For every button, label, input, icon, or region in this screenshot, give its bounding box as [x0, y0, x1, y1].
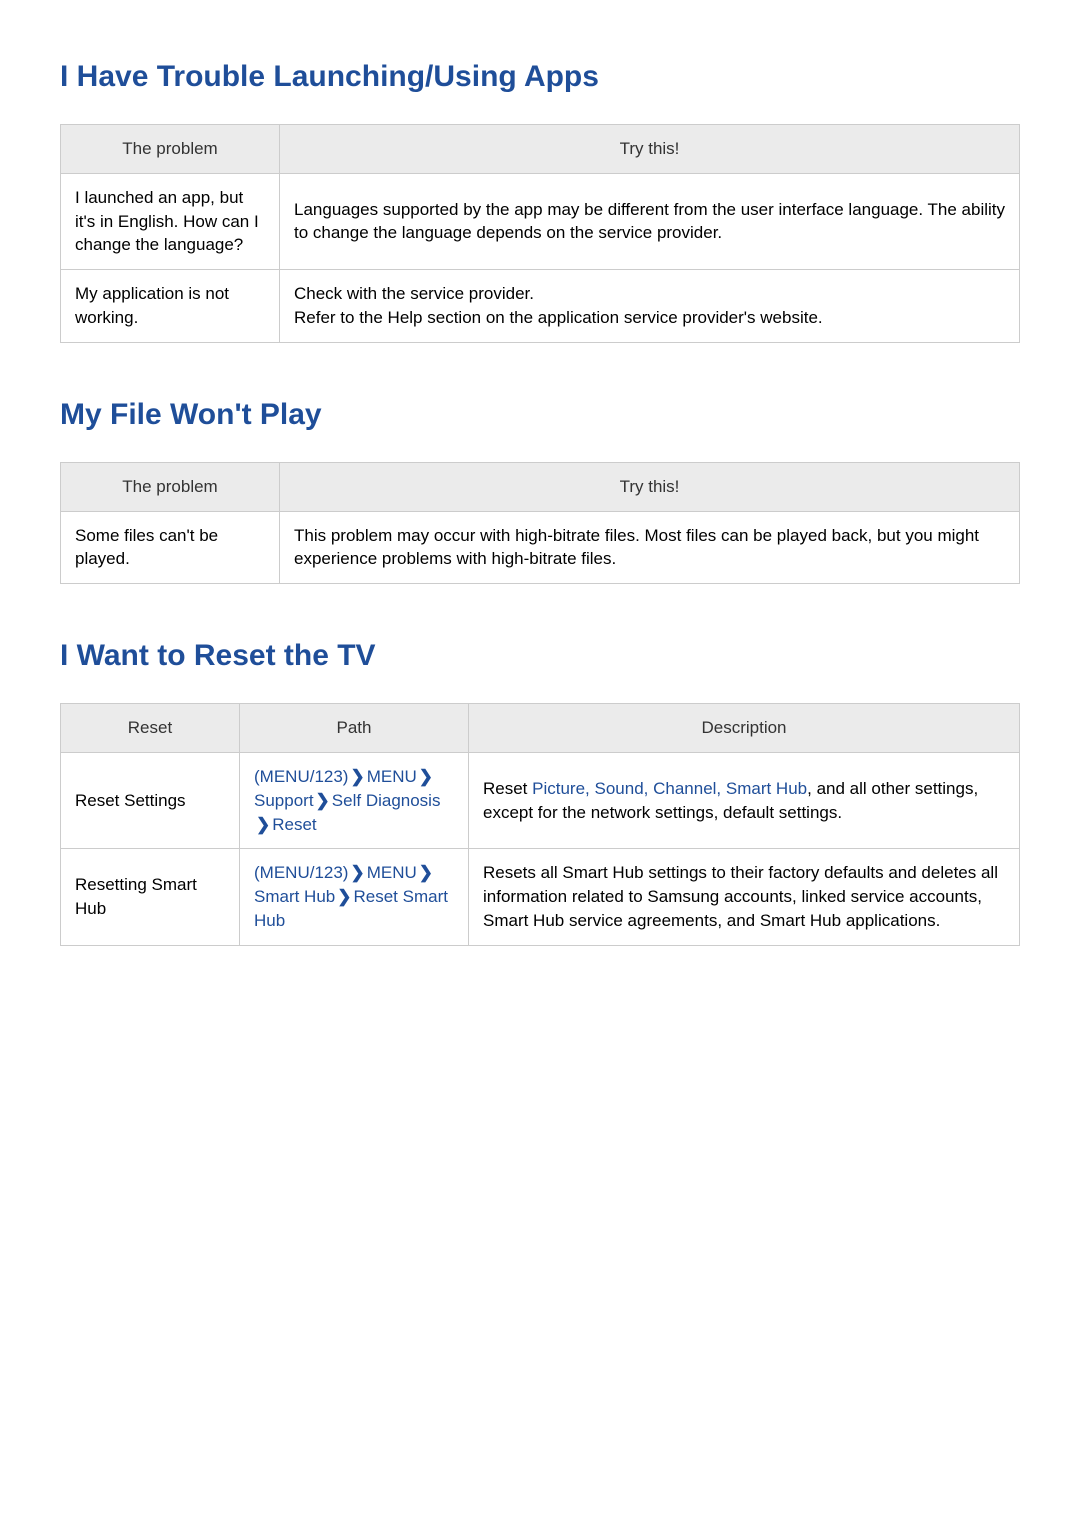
table-row: I launched an app, but it's in English. …: [61, 173, 1020, 269]
apps-table: The problem Try this! I launched an app,…: [60, 124, 1020, 343]
cell-desc: Reset Picture, Sound, Channel, Smart Hub…: [469, 752, 1020, 848]
table-row: My application is not working. Check wit…: [61, 270, 1020, 343]
chevron-right-icon: ❯: [314, 789, 332, 813]
section-title: I Have Trouble Launching/Using Apps: [60, 60, 1020, 94]
section-file: My File Won't Play The problem Try this!…: [60, 398, 1020, 584]
col-problem: The problem: [61, 125, 280, 174]
section-reset: I Want to Reset the TV Reset Path Descri…: [60, 639, 1020, 946]
chevron-right-icon: ❯: [348, 765, 366, 789]
col-desc: Description: [469, 704, 1020, 753]
desc-text: Resets all Smart Hub settings to their f…: [483, 863, 998, 930]
section-title: I Want to Reset the TV: [60, 639, 1020, 673]
cell-reset: Resetting Smart Hub: [61, 849, 240, 945]
col-try: Try this!: [280, 462, 1020, 511]
path-segment: (MENU/123): [254, 863, 348, 882]
chevron-right-icon: ❯: [348, 861, 366, 885]
cell-try: Check with the service provider. Refer t…: [280, 270, 1020, 343]
table-header-row: The problem Try this!: [61, 462, 1020, 511]
path-segment: Support: [254, 791, 314, 810]
desc-text: Reset: [483, 779, 532, 798]
cell-try: Languages supported by the app may be di…: [280, 173, 1020, 269]
col-try: Try this!: [280, 125, 1020, 174]
path-segment: (MENU/123): [254, 767, 348, 786]
table-header-row: The problem Try this!: [61, 125, 1020, 174]
reset-table: Reset Path Description Reset Settings (M…: [60, 703, 1020, 946]
chevron-right-icon: ❯: [417, 861, 435, 885]
cell-path: (MENU/123) ❯ MENU ❯ Smart Hub ❯ Reset Sm…: [240, 849, 469, 945]
cell-desc: Resets all Smart Hub settings to their f…: [469, 849, 1020, 945]
col-problem: The problem: [61, 462, 280, 511]
table-row: Reset Settings (MENU/123) ❯ MENU ❯ Suppo…: [61, 752, 1020, 848]
chevron-right-icon: ❯: [254, 813, 272, 837]
chevron-right-icon: ❯: [335, 885, 353, 909]
cell-problem: I launched an app, but it's in English. …: [61, 173, 280, 269]
path-segment: MENU: [367, 863, 417, 882]
table-row: Some files can't be played. This problem…: [61, 511, 1020, 584]
file-table: The problem Try this! Some files can't b…: [60, 462, 1020, 584]
document-page: I Have Trouble Launching/Using Apps The …: [0, 0, 1080, 946]
path-segment: Smart Hub: [254, 887, 335, 906]
desc-accent: Picture, Sound, Channel, Smart Hub: [532, 779, 807, 798]
cell-reset: Reset Settings: [61, 752, 240, 848]
col-path: Path: [240, 704, 469, 753]
section-title: My File Won't Play: [60, 398, 1020, 432]
path-segment: MENU: [367, 767, 417, 786]
col-reset: Reset: [61, 704, 240, 753]
table-header-row: Reset Path Description: [61, 704, 1020, 753]
chevron-right-icon: ❯: [417, 765, 435, 789]
cell-problem: Some files can't be played.: [61, 511, 280, 584]
table-row: Resetting Smart Hub (MENU/123) ❯ MENU ❯ …: [61, 849, 1020, 945]
cell-try: This problem may occur with high-bitrate…: [280, 511, 1020, 584]
cell-problem: My application is not working.: [61, 270, 280, 343]
cell-path: (MENU/123) ❯ MENU ❯ Support ❯ Self Diagn…: [240, 752, 469, 848]
path-segment: Reset: [272, 815, 316, 834]
section-apps: I Have Trouble Launching/Using Apps The …: [60, 60, 1020, 343]
path-segment: Self Diagnosis: [332, 791, 441, 810]
